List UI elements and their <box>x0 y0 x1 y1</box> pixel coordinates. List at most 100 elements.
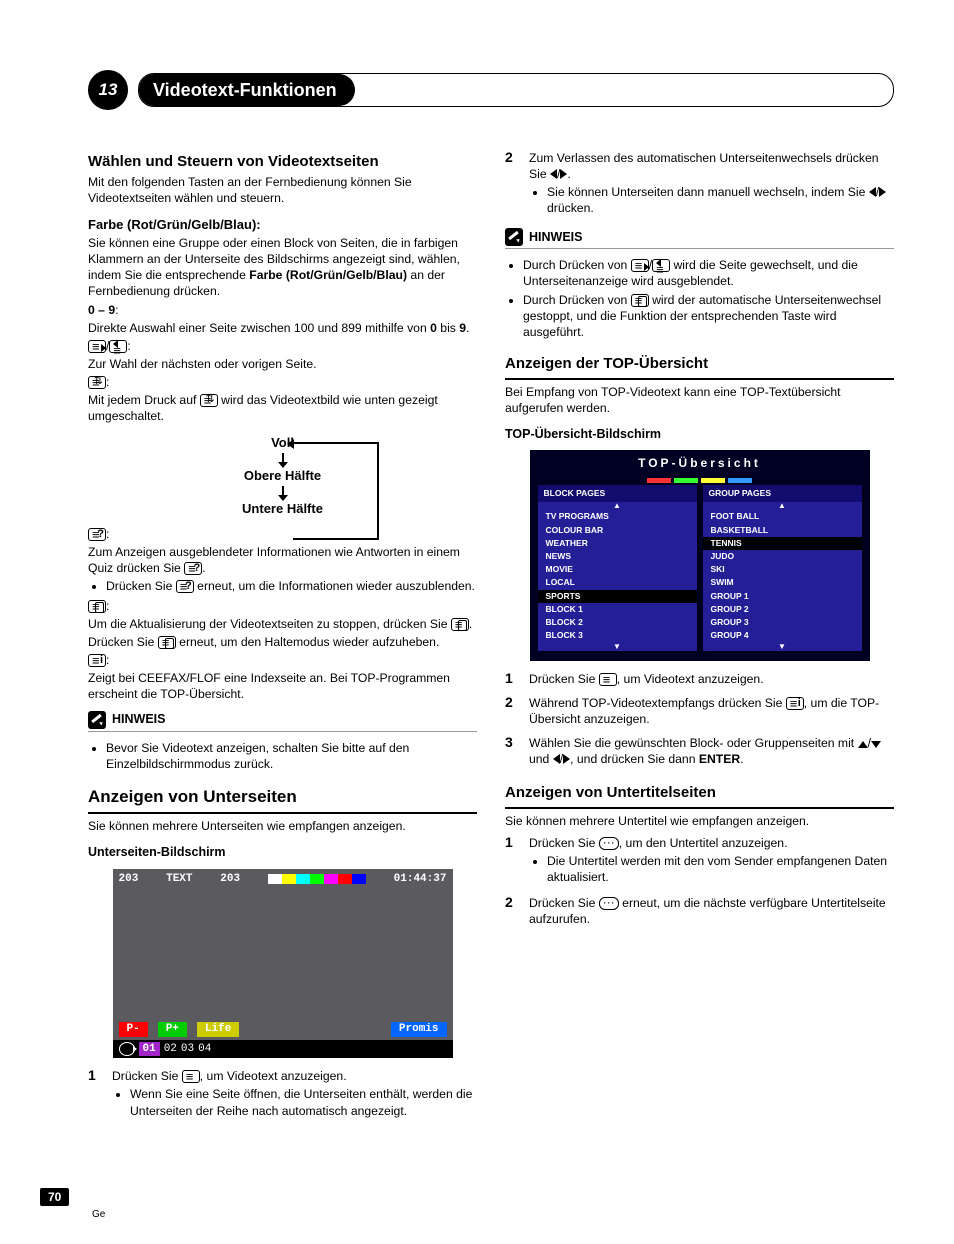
tt-promis: Promis <box>391 1022 447 1037</box>
text: Drücken Sie , um Videotext anzuzeigen. <box>112 1068 477 1084</box>
size-cycle-diagram: Voll Obere Hälfte Untere Hälfte <box>173 434 393 517</box>
text: Drücken Sie erneut, um den Haltemodus wi… <box>88 634 477 650</box>
bullet: Bevor Sie Videotext anzeigen, schalten S… <box>106 740 477 772</box>
down-arrow-icon <box>871 741 881 748</box>
teletext-next-icon <box>631 259 649 272</box>
right-column: 2 Zum Verlassen des automatischen Unters… <box>505 144 894 1127</box>
teletext-next-icon <box>88 340 106 353</box>
teletext-reveal-icon <box>184 562 202 575</box>
note-label: HINWEIS <box>529 229 582 246</box>
text: Direkte Auswahl einer Seite zwischen 100… <box>88 320 477 336</box>
chapter-number-badge: 13 <box>88 70 128 110</box>
pane-header: GROUP PAGES <box>703 485 862 502</box>
bullet-list: Drücken Sie erneut, um die Informationen… <box>106 578 477 594</box>
digits-label: 0 – 9: <box>88 302 477 318</box>
teletext-icon <box>599 673 617 686</box>
note-list: Durch Drücken von / wird die Seite gewec… <box>523 257 894 339</box>
up-arrow-icon <box>858 741 868 748</box>
bullet: Wenn Sie eine Seite öffnen, die Untersei… <box>130 1086 477 1118</box>
text: Drücken Sie , um den Untertitel anzuzeig… <box>529 835 894 851</box>
subtitle-icon <box>599 897 619 910</box>
note-label: HINWEIS <box>112 711 165 728</box>
tt-text-label: TEXT <box>166 872 192 887</box>
teletext-index-icon <box>786 697 804 710</box>
chapter-title: Videotext-Funktionen <box>139 74 355 106</box>
teletext-prev-icon <box>652 259 670 272</box>
tt-page-a: 203 <box>119 872 139 887</box>
teletext-reveal-icon <box>88 528 106 541</box>
tt-sub-03: 03 <box>181 1042 194 1057</box>
step-number: 2 <box>505 693 517 729</box>
tt-color-strip <box>268 874 366 884</box>
text: Während TOP-Videotextempfangs drücken Si… <box>529 695 894 727</box>
top-overview-mock: TOP-Übersicht BLOCK PAGES ▲ TV PROGRAMS … <box>530 450 870 660</box>
teletext-prev-icon <box>109 340 127 353</box>
step-number: 2 <box>505 893 517 929</box>
icon-row: : <box>88 526 477 542</box>
text: Sie können mehrere Unterseiten wie empfa… <box>88 818 477 834</box>
step-number: 1 <box>88 1066 100 1122</box>
left-arrow-icon <box>869 187 876 197</box>
page-number-badge: 70 <box>40 1188 69 1206</box>
top-screen-label: TOP-Übersicht-Bildschirm <box>505 426 894 443</box>
heading-color: Farbe (Rot/Grün/Gelb/Blau): <box>88 216 477 233</box>
teletext-hold-icon <box>451 618 469 631</box>
text: Drücken Sie , um Videotext anzuzeigen. <box>529 671 894 687</box>
icon-row: : <box>88 598 477 614</box>
subpage-screen-label: Unterseiten-Bildschirm <box>88 844 477 861</box>
tt-p-plus: P+ <box>158 1022 187 1037</box>
icon-row: : <box>88 374 477 390</box>
page-lang-label: Ge <box>92 1209 105 1220</box>
teletext-size-icon <box>88 376 106 389</box>
chapter-title-pill: Videotext-Funktionen <box>138 73 894 107</box>
icon-row: : <box>88 652 477 668</box>
left-column: Wählen und Steuern von Videotextseiten M… <box>88 144 477 1127</box>
top-title: TOP-Übersicht <box>538 456 862 472</box>
step-number: 2 <box>505 148 517 220</box>
step-row: 1 Drücken Sie , um den Untertitel anzuze… <box>505 833 894 889</box>
bullet: Durch Drücken von / wird die Seite gewec… <box>523 257 894 289</box>
tt-sub-01: 01 <box>139 1042 160 1057</box>
teletext-hold-icon <box>631 294 649 307</box>
text: Sie können mehrere Untertitel wie empfan… <box>505 813 894 829</box>
step-row: 1 Drücken Sie , um Videotext anzuzeigen. <box>505 669 894 689</box>
heading-subpages: Anzeigen von Unterseiten <box>88 786 477 808</box>
step-row: 1 Drücken Sie , um Videotext anzuzeigen.… <box>88 1066 477 1122</box>
left-arrow-icon <box>550 169 557 179</box>
teletext-index-icon <box>88 654 106 667</box>
tt-time: 01:44:37 <box>394 872 447 887</box>
heading-top: Anzeigen der TOP-Übersicht <box>505 354 894 374</box>
right-arrow-icon <box>879 187 886 197</box>
pane-header: BLOCK PAGES <box>538 485 697 502</box>
text: Zeigt bei CEEFAX/FLOF eine Indexseite an… <box>88 670 477 702</box>
text: Drücken Sie erneut, um die nächste verfü… <box>529 895 894 927</box>
text: Um die Aktualisierung der Videotextseite… <box>88 616 477 632</box>
subpage-screen-mock: 203 TEXT 203 01:44:37 P- P+ Life Promis <box>113 869 453 1059</box>
teletext-size-icon <box>200 394 218 407</box>
step-row: 2 Drücken Sie erneut, um die nächste ver… <box>505 893 894 929</box>
left-arrow-icon <box>553 754 560 764</box>
tt-life: Life <box>197 1022 239 1037</box>
text: Mit jedem Druck auf wird das Videotextbi… <box>88 392 477 424</box>
note-icon <box>88 711 106 729</box>
chapter-number: 13 <box>99 80 118 100</box>
chapter-header: 13 Videotext-Funktionen <box>88 70 894 110</box>
heading-subtitle: Anzeigen von Untertitelseiten <box>505 783 894 803</box>
text: Zum Verlassen des automatischen Untersei… <box>529 150 894 182</box>
bullet: Durch Drücken von wird der automatische … <box>523 292 894 340</box>
text: Bei Empfang von TOP-Videotext kann eine … <box>505 384 894 416</box>
teletext-hold-icon <box>158 636 176 649</box>
step-row: 2 Zum Verlassen des automatischen Unters… <box>505 148 894 220</box>
tt-sub-04: 04 <box>198 1042 211 1057</box>
step-row: 3 Wählen Sie die gewünschten Block- oder… <box>505 733 894 769</box>
tt-p-minus: P- <box>119 1022 148 1037</box>
note-body: Bevor Sie Videotext anzeigen, schalten S… <box>106 740 477 772</box>
tt-sub-02: 02 <box>164 1042 177 1057</box>
text: Zur Wahl der nächsten oder vorigen Seite… <box>88 356 477 372</box>
subtitle-icon <box>599 837 619 850</box>
step-number: 1 <box>505 669 517 689</box>
tt-page-b: 203 <box>220 872 240 887</box>
note-header: HINWEIS <box>505 228 894 246</box>
text: Wählen Sie die gewünschten Block- oder G… <box>529 735 894 767</box>
icons-row: /: <box>88 338 477 354</box>
